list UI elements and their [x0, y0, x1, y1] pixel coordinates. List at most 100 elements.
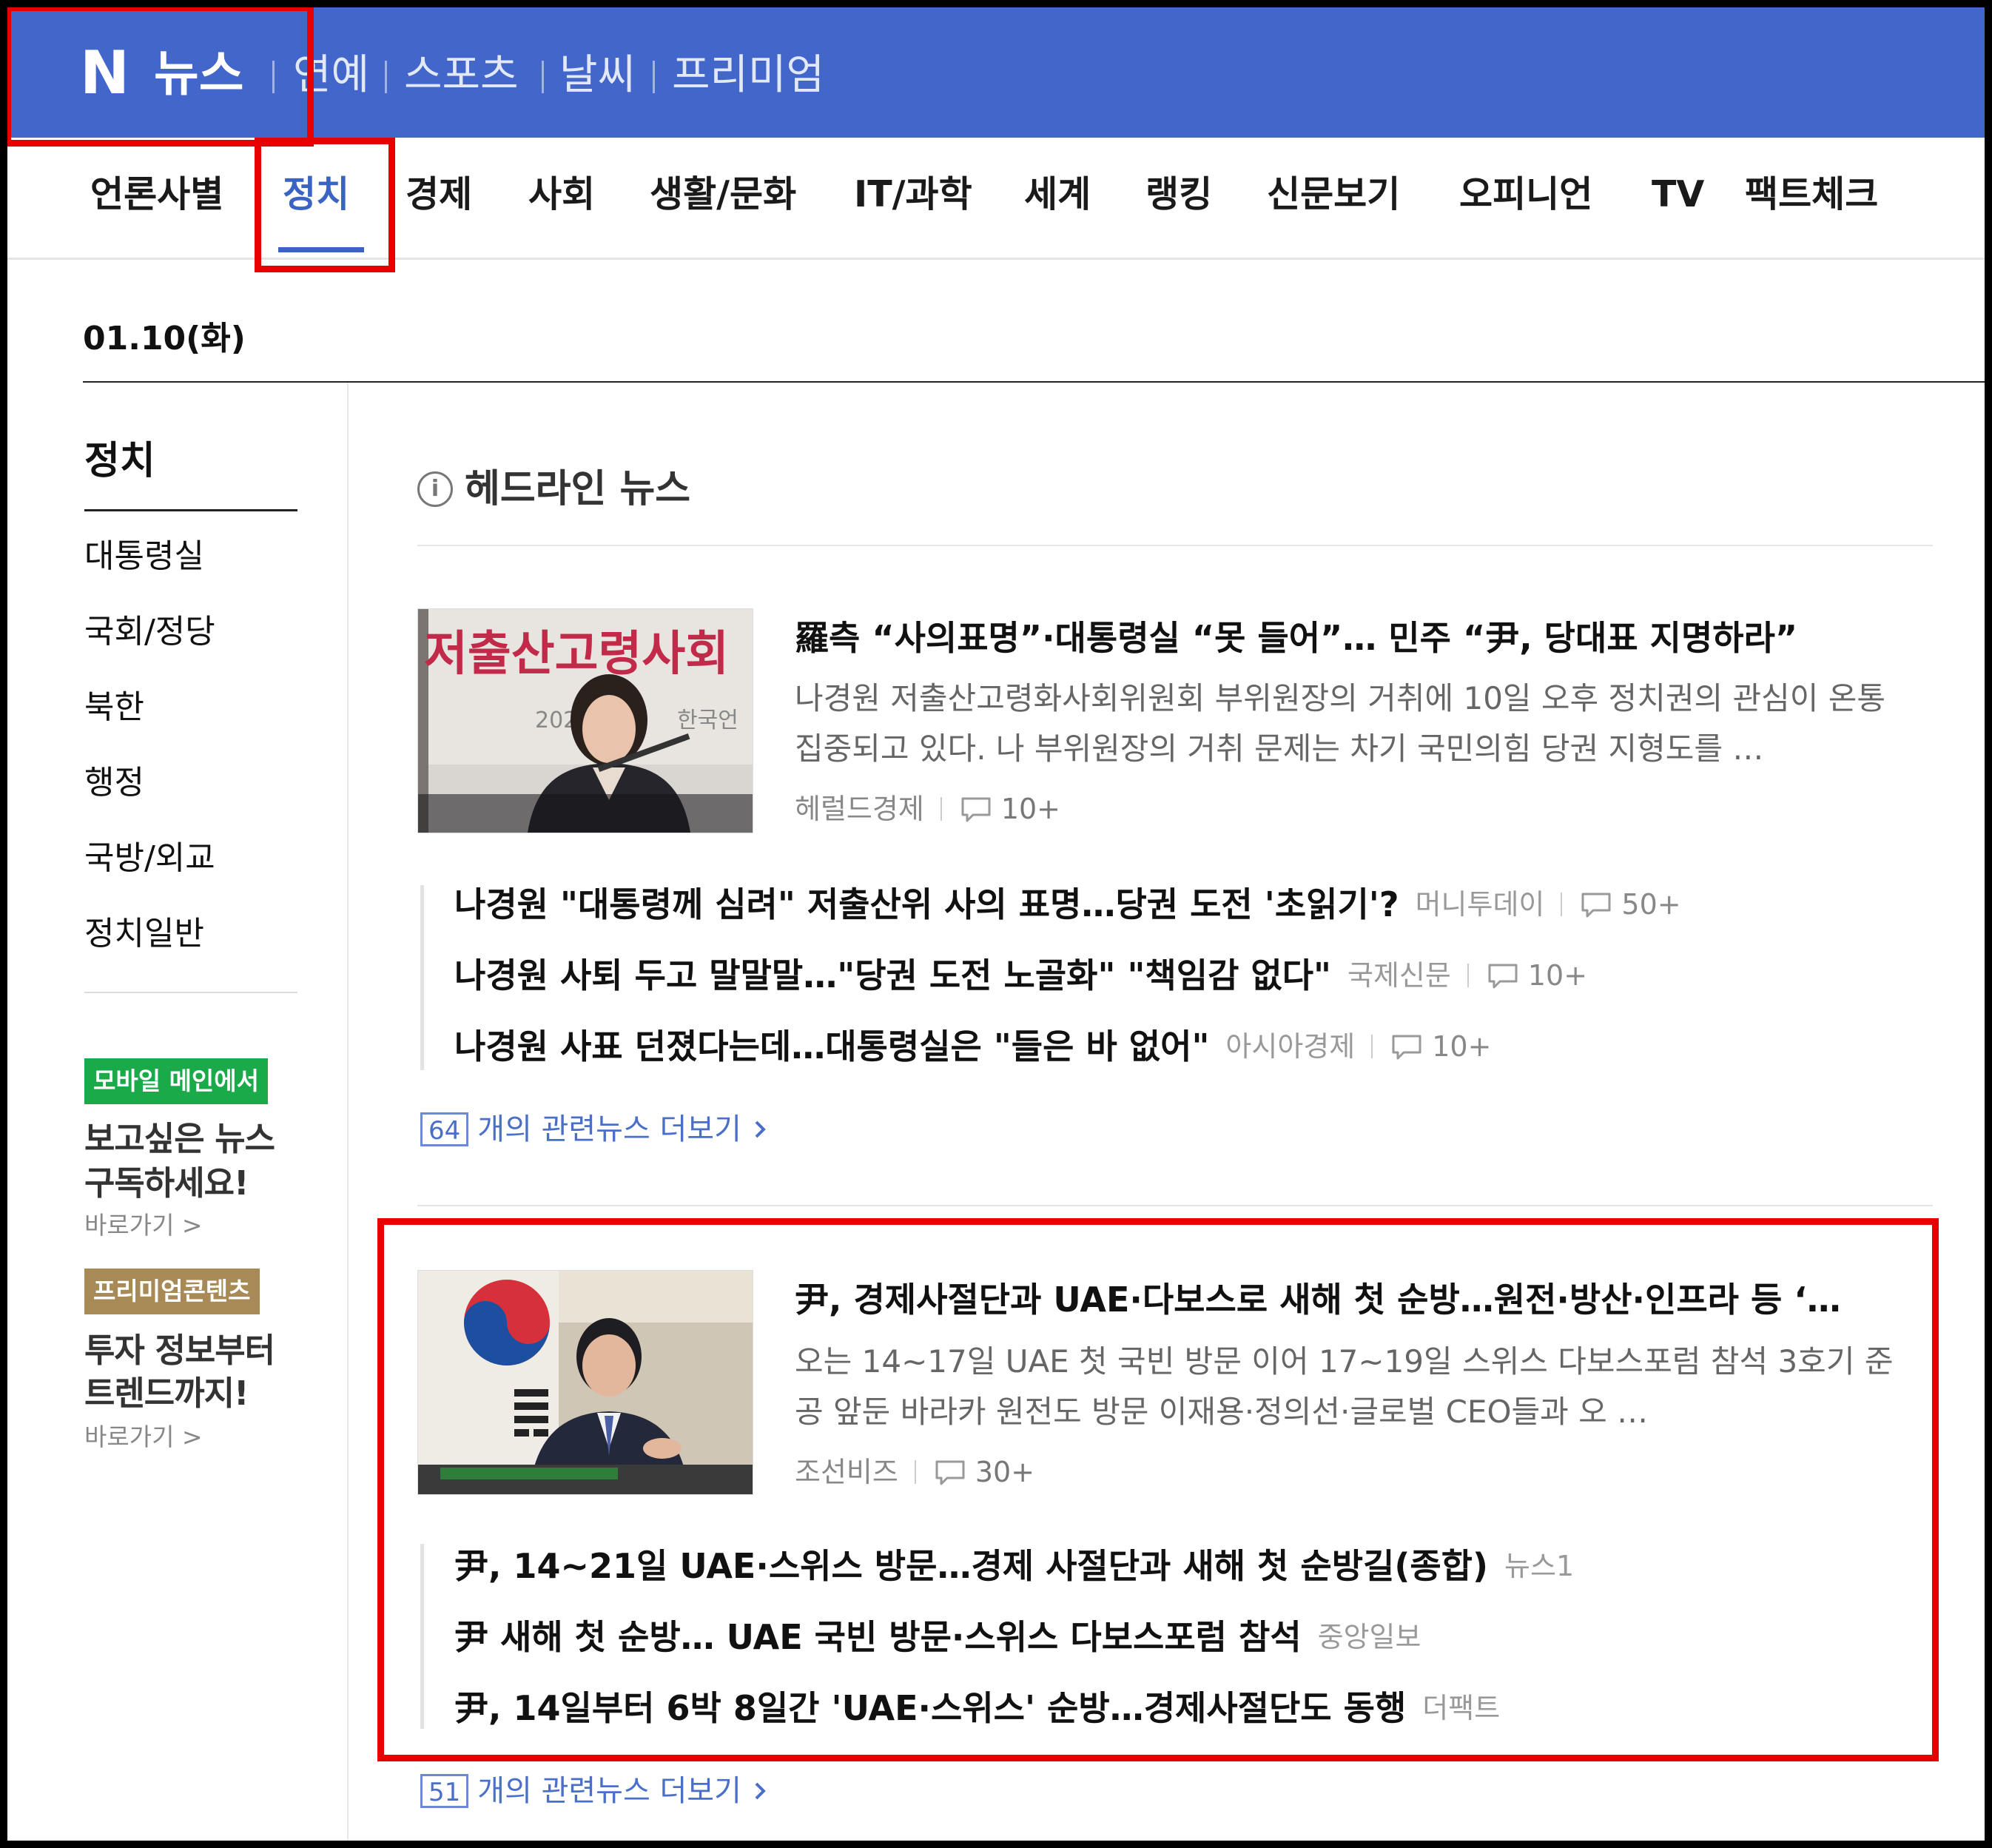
sidebar-divider	[84, 509, 297, 511]
promo-text-line[interactable]: 보고싶은 뉴스	[84, 1118, 275, 1160]
comment-count[interactable]: 30+	[975, 1452, 1034, 1492]
category-nav: 언론사별 정치 경제 사회 생활/문화 IT/과학 세계 랭킹 신문보기 오피니…	[7, 138, 1985, 260]
topnav-entertainment[interactable]: 연예	[293, 47, 369, 104]
comment-icon	[1488, 964, 1518, 989]
article-thumbnail[interactable]: 저출산고령사회 2023 한국언	[417, 608, 753, 833]
related-news-item[interactable]: 나경원 사표 던졌다는데…대통령실은 "들은 바 없어" 아시아경제 10+	[454, 1023, 1491, 1070]
related-list-bar	[420, 885, 424, 1070]
nav-divider	[272, 61, 275, 93]
press-name[interactable]: 아시아경제	[1225, 1023, 1355, 1070]
tab-newspaper[interactable]: 신문보기	[1267, 169, 1400, 221]
meta-divider	[940, 797, 942, 821]
top-bar: N 뉴스 연예 스포츠 날씨 프리미엄	[7, 7, 1985, 138]
related-count: 51	[420, 1774, 469, 1808]
sidebar-divider	[84, 992, 297, 993]
related-news-item[interactable]: 尹, 14일부터 6박 8일간 'UAE·스위스' 순방…경제사절단도 동행 더…	[454, 1684, 1500, 1732]
press-name[interactable]: 조선비즈	[795, 1452, 898, 1492]
comment-icon	[1392, 1035, 1421, 1060]
promo-badge-premium: 프리미엄콘텐츠	[84, 1269, 260, 1314]
related-headline[interactable]: 나경원 사퇴 두고 말말말…"당권 도전 노골화" "책임감 없다"	[454, 952, 1331, 999]
related-list-bar	[420, 1544, 424, 1729]
promo-text-line[interactable]: 구독하세요!	[84, 1162, 249, 1205]
topnav-premium[interactable]: 프리미엄	[672, 47, 824, 104]
news-home-link[interactable]: 뉴스	[154, 44, 243, 104]
tab-society[interactable]: 사회	[528, 169, 595, 221]
thumbnail-photo	[418, 1271, 753, 1494]
more-label: 개의 관련뉴스 더보기	[477, 1774, 741, 1808]
promo-shortcut-link[interactable]: 바로가기 >	[84, 1209, 203, 1242]
promo-shortcut-link[interactable]: 바로가기 >	[84, 1421, 203, 1454]
tab-economy[interactable]: 경제	[406, 169, 472, 221]
sidebar-item-administration[interactable]: 행정	[84, 759, 144, 807]
meta-divider	[914, 1460, 916, 1484]
thumbnail-photo: 저출산고령사회 2023 한국언	[418, 609, 753, 833]
related-news-item[interactable]: 나경원 사퇴 두고 말말말…"당권 도전 노골화" "책임감 없다" 국제신문 …	[454, 952, 1587, 999]
related-news-item[interactable]: 尹, 14~21일 UAE·스위스 방문…경제 사절단과 새해 첫 순방길(종합…	[454, 1542, 1574, 1590]
tab-life-culture[interactable]: 생활/문화	[650, 169, 796, 221]
section-title: 헤드라인 뉴스	[465, 467, 691, 511]
article-summary[interactable]: 오는 14~17일 UAE 첫 국빈 방문 이어 17~19일 스위스 다보스포…	[795, 1337, 1919, 1437]
sidebar-title: 정치	[84, 439, 155, 483]
page-frame: N 뉴스 연예 스포츠 날씨 프리미엄 언론사별 정치 경제 사회 생활/문화 …	[7, 7, 1985, 1841]
tab-press[interactable]: 언론사별	[90, 169, 223, 221]
article-meta: 조선비즈 30+	[795, 1452, 1034, 1492]
nav-divider	[385, 61, 387, 93]
more-related-news-link[interactable]: 51 개의 관련뉴스 더보기	[420, 1769, 770, 1813]
promo-text-line[interactable]: 투자 정보부터	[84, 1329, 275, 1372]
active-tab-indicator	[278, 247, 364, 252]
sidebar-item-defense-diplomacy[interactable]: 국방/외교	[84, 835, 215, 882]
column-divider	[347, 383, 349, 1841]
topnav-sports[interactable]: 스포츠	[404, 47, 519, 104]
comment-icon	[1581, 893, 1611, 918]
cluster-divider	[417, 1205, 1933, 1206]
sidebar-item-presidential-office[interactable]: 대통령실	[84, 533, 204, 580]
tab-factcheck[interactable]: 팩트체크	[1745, 169, 1878, 221]
tab-opinion[interactable]: 오피니언	[1459, 169, 1592, 221]
press-name[interactable]: 더팩트	[1422, 1684, 1500, 1732]
comment-count[interactable]: 50+	[1621, 881, 1680, 928]
comment-count[interactable]: 10+	[1001, 789, 1060, 829]
comment-count[interactable]: 10+	[1528, 952, 1587, 999]
related-news-item[interactable]: 나경원 "대통령께 심려" 저출산위 사의 표명…당권 도전 '초읽기'? 머니…	[454, 881, 1681, 928]
press-name[interactable]: 국제신문	[1347, 952, 1451, 999]
sidebar-item-politics-general[interactable]: 정치일반	[84, 910, 204, 958]
press-name[interactable]: 머니투데이	[1416, 881, 1545, 928]
tab-ranking[interactable]: 랭킹	[1145, 169, 1212, 221]
tab-tv[interactable]: TV	[1652, 169, 1704, 221]
related-headline[interactable]: 尹, 14일부터 6박 8일간 'UAE·스위스' 순방…경제사절단도 동행	[454, 1684, 1406, 1732]
comment-icon	[935, 1460, 965, 1485]
section-divider	[417, 545, 1933, 546]
press-name[interactable]: 헤럴드경제	[795, 789, 924, 829]
related-headline[interactable]: 尹 새해 첫 순방… UAE 국빈 방문·스위스 다보스포럼 참석	[454, 1613, 1302, 1661]
meta-divider	[1467, 964, 1469, 987]
thumb-org-text: 한국언	[677, 708, 738, 733]
related-headline[interactable]: 尹, 14~21일 UAE·스위스 방문…경제 사절단과 새해 첫 순방길(종합…	[454, 1542, 1488, 1590]
article-meta: 헤럴드경제 10+	[795, 789, 1060, 829]
press-name[interactable]: 뉴스1	[1504, 1542, 1574, 1590]
tab-world[interactable]: 세계	[1024, 169, 1091, 221]
naver-logo[interactable]: N	[80, 44, 132, 103]
sidebar-item-assembly-party[interactable]: 국회/정당	[84, 608, 215, 656]
comment-count[interactable]: 10+	[1432, 1023, 1491, 1070]
related-headline[interactable]: 나경원 "대통령께 심려" 저출산위 사의 표명…당권 도전 '초읽기'?	[454, 881, 1399, 928]
related-news-item[interactable]: 尹 새해 첫 순방… UAE 국빈 방문·스위스 다보스포럼 참석 중앙일보	[454, 1613, 1421, 1661]
article-headline[interactable]: 尹, 경제사절단과 UAE·다보스로 새해 첫 순방…원전·방산·인프라 등 ‘…	[795, 1277, 1919, 1322]
press-name[interactable]: 중앙일보	[1318, 1613, 1421, 1661]
promo-text-line[interactable]: 트렌드까지!	[84, 1372, 249, 1415]
nav-divider	[653, 61, 655, 93]
tab-politics[interactable]: 정치	[283, 169, 349, 221]
chevron-right-icon	[755, 1782, 766, 1800]
related-count: 64	[420, 1112, 469, 1146]
info-icon[interactable]: i	[417, 471, 453, 507]
related-headline[interactable]: 나경원 사표 던졌다는데…대통령실은 "들은 바 없어"	[454, 1023, 1209, 1070]
topnav-weather[interactable]: 날씨	[559, 47, 636, 104]
thumb-banner-text: 저출산고령사회	[424, 627, 729, 682]
date-divider	[83, 381, 1985, 383]
article-summary[interactable]: 나경원 저출산고령화사회위원회 부위원장의 거취에 10일 오후 정치권의 관심…	[795, 673, 1919, 774]
sidebar-item-north-korea[interactable]: 북한	[84, 684, 144, 731]
article-headline[interactable]: 羅측 “사의표명”·대통령실 “못 들어”… 민주 “尹, 당대표 지명하라”	[795, 616, 1919, 660]
tab-it-science[interactable]: IT/과학	[854, 169, 972, 221]
article-thumbnail[interactable]	[417, 1270, 753, 1495]
promo-badge-mobile: 모바일 메인에서	[84, 1058, 269, 1104]
more-related-news-link[interactable]: 64 개의 관련뉴스 더보기	[420, 1107, 770, 1152]
